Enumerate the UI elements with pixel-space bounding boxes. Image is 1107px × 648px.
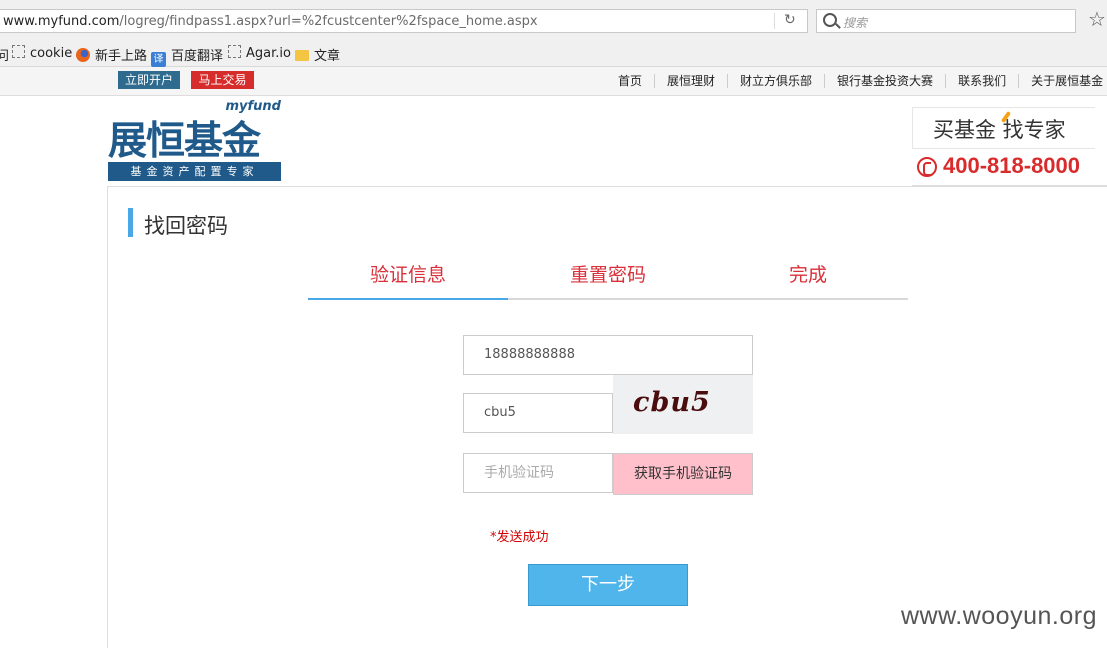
- nav-link-contact[interactable]: 联系我们: [945, 74, 1019, 88]
- address-bar[interactable]: www.myfund.com/logreg/findpass1.aspx?url…: [0, 9, 808, 33]
- step-indicator: 验证信息 重置密码 完成: [308, 258, 908, 300]
- phone-icon: [917, 157, 937, 177]
- address-divider: [774, 13, 775, 29]
- logo-main-text: 展恒基金: [108, 118, 261, 164]
- reload-icon[interactable]: ↻: [784, 12, 796, 28]
- bookmark-item[interactable]: 译百度翻译: [151, 45, 223, 67]
- section-marker: [128, 208, 133, 237]
- site-topbar: 立即开户 马上交易 首页 展恒理财 财立方俱乐部 银行基金投资大赛 联系我们 关于展恒基金: [0, 67, 1107, 96]
- captcha-image[interactable]: cbu5: [613, 375, 753, 434]
- browser-toolbar: www.myfund.com/logreg/findpass1.aspx?url…: [0, 0, 1107, 42]
- bookmark-item[interactable]: 文章: [295, 45, 340, 64]
- bookmark-item[interactable]: cookie: [12, 45, 72, 61]
- dashed-square-icon: [12, 45, 25, 58]
- trade-now-button[interactable]: 马上交易: [191, 71, 254, 89]
- page-title: 找回密码: [144, 214, 228, 238]
- nav-link-home[interactable]: 首页: [606, 74, 654, 88]
- bookmark-item[interactable]: 问: [0, 45, 9, 64]
- captcha-input[interactable]: cbu5: [463, 393, 613, 433]
- nav-link-contest[interactable]: 银行基金投资大赛: [824, 74, 946, 88]
- slogan-text: 买基金 找专家: [933, 118, 1066, 142]
- get-sms-code-button[interactable]: 获取手机验证码: [613, 453, 753, 495]
- search-placeholder: 搜索: [843, 16, 868, 30]
- hotline: 400-818-8000: [917, 153, 1080, 179]
- bookmarks-bar: 问 cookie 新手上路 译百度翻译 Agar.io 文章: [0, 42, 1107, 67]
- search-icon: [823, 13, 837, 27]
- open-account-button[interactable]: 立即开户: [118, 71, 180, 89]
- status-message: *发送成功: [490, 530, 549, 545]
- firefox-icon: [76, 48, 90, 62]
- browser-search-input[interactable]: 搜索: [816, 9, 1076, 33]
- nav-link-club[interactable]: 财立方俱乐部: [727, 74, 825, 88]
- translate-icon: 译: [151, 52, 166, 67]
- nav-link-wealth[interactable]: 展恒理财: [654, 74, 728, 88]
- address-text: www.myfund.com/logreg/findpass1.aspx?url…: [3, 14, 538, 29]
- dashed-square-icon: [228, 45, 241, 58]
- step-verify: 验证信息: [369, 264, 446, 286]
- folder-icon: [295, 50, 309, 61]
- bookmark-star-icon[interactable]: ☆: [1088, 9, 1106, 29]
- site-logo[interactable]: myfund 展恒基金 基金资产配置专家: [108, 99, 281, 182]
- bookmark-item[interactable]: 新手上路: [76, 45, 147, 64]
- active-step-underline: [308, 298, 508, 300]
- next-step-button[interactable]: 下一步: [528, 564, 688, 606]
- top-nav: 首页 展恒理财 财立方俱乐部 银行基金投资大赛 联系我们 关于展恒基金: [606, 72, 1107, 89]
- sms-code-input[interactable]: 手机验证码: [463, 453, 613, 493]
- slogan-box: 买基金 找专家: [912, 107, 1095, 149]
- step-complete: 完成: [788, 264, 827, 286]
- phone-input[interactable]: 18888888888: [463, 335, 753, 375]
- bookmark-item[interactable]: Agar.io: [228, 45, 291, 61]
- nav-link-about[interactable]: 关于展恒基金: [1018, 74, 1107, 88]
- logo-tagline: 基金资产配置专家: [108, 162, 281, 181]
- hotline-number: 400-818-8000: [943, 153, 1081, 178]
- watermark: www.wooyun.org: [901, 602, 1097, 630]
- step-reset: 重置密码: [569, 264, 646, 286]
